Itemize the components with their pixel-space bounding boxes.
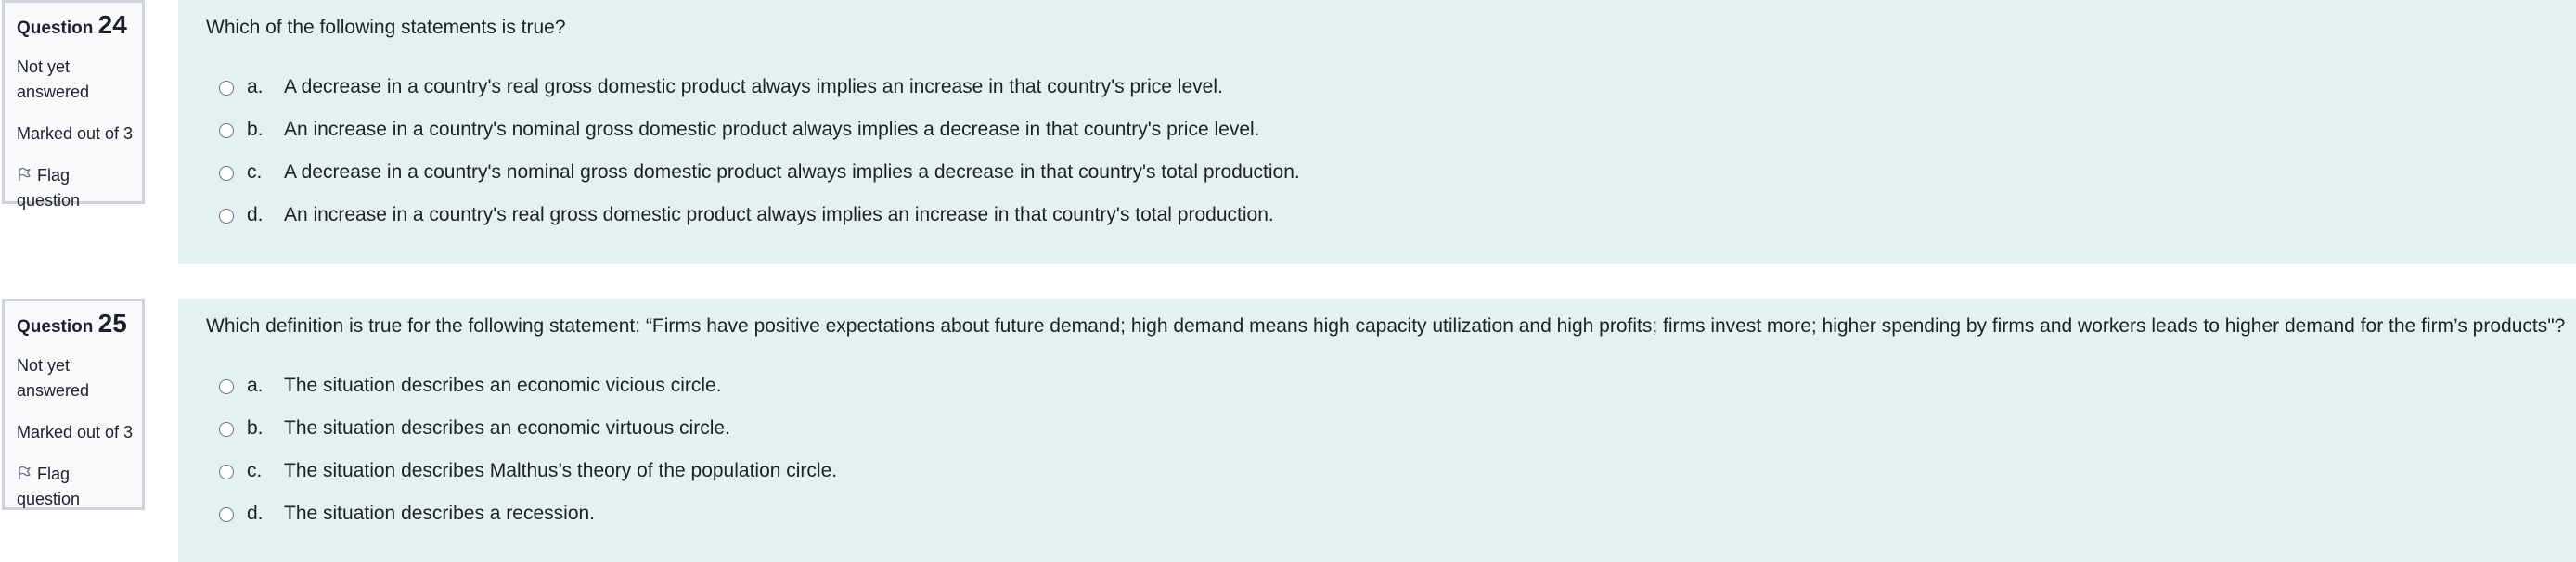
- question-state: Not yet answered: [17, 57, 90, 101]
- answer-option-c[interactable]: c. A decrease in a country's nominal gros…: [219, 160, 1300, 202]
- radio-button[interactable]: [219, 123, 234, 138]
- flag-icon: [19, 167, 31, 181]
- radio-button[interactable]: [219, 81, 234, 96]
- question-grade: Marked out of 3: [17, 423, 134, 441]
- answer-list: a. A decrease in a country's real gross d…: [219, 74, 1300, 245]
- question-info-panel: Question 24 Not yet answered Marked out …: [2, 0, 145, 210]
- question-content: Which definition is true for the followi…: [178, 299, 2576, 562]
- question-label: Question: [17, 317, 94, 337]
- question-number: Question 24: [17, 12, 142, 42]
- answer-letter: d.: [247, 204, 264, 225]
- answer-text: The situation describes Malthus’s theory…: [284, 460, 838, 481]
- question-label: Question: [17, 19, 94, 38]
- radio-button[interactable]: [219, 209, 234, 224]
- answer-letter: c.: [247, 460, 263, 481]
- answer-text: A decrease in a country's real gross dom…: [284, 76, 1223, 97]
- question-info-panel: Question 25 Not yet answered Marked out …: [2, 299, 145, 510]
- question-content: Which of the following statements is tru…: [178, 0, 2576, 264]
- answer-option-b[interactable]: b. An increase in a country's nominal gro…: [219, 117, 1300, 160]
- question-state: Not yet answered: [17, 356, 90, 400]
- answer-text: The situation describes an economic vici…: [284, 375, 722, 396]
- flag-icon: [19, 466, 31, 479]
- answer-list: a. The situation describes an economic vi…: [219, 373, 837, 543]
- answer-text: An increase in a country's nominal gross…: [284, 119, 1260, 140]
- answer-letter: b.: [247, 119, 264, 140]
- answer-option-b[interactable]: b. The situation describes an economic vi…: [219, 415, 837, 458]
- question-number: Question 25: [17, 311, 142, 340]
- radio-button[interactable]: [219, 379, 234, 394]
- answer-text: The situation describes a recession.: [284, 503, 596, 524]
- question-text: Which definition is true for the followi…: [206, 315, 2566, 337]
- answer-text: The situation describes an economic virt…: [284, 417, 730, 439]
- answer-option-a[interactable]: a. The situation describes an economic vi…: [219, 373, 837, 415]
- answer-option-a[interactable]: a. A decrease in a country's real gross d…: [219, 74, 1300, 117]
- flag-question-link[interactable]: Flag question: [17, 163, 128, 213]
- question-grade: Marked out of 3: [17, 124, 134, 143]
- answer-option-d[interactable]: d. An increase in a country's real gross …: [219, 202, 1300, 245]
- answer-text: An increase in a country's real gross do…: [284, 204, 1274, 225]
- answer-text: A decrease in a country's nominal gross …: [284, 161, 1300, 183]
- question-text: Which of the following statements is tru…: [206, 17, 566, 38]
- answer-letter: c.: [247, 161, 263, 183]
- answer-letter: b.: [247, 417, 264, 439]
- radio-button[interactable]: [219, 422, 234, 437]
- radio-button[interactable]: [219, 166, 234, 181]
- question-number-value: 24: [97, 10, 127, 39]
- question-24: Question 24 Not yet answered Marked out …: [0, 0, 2576, 264]
- question-25: Question 25 Not yet answered Marked out …: [0, 299, 2576, 562]
- answer-option-d[interactable]: d. The situation describes a recession.: [219, 501, 837, 543]
- answer-letter: d.: [247, 503, 264, 524]
- answer-letter: a.: [247, 76, 264, 97]
- radio-button[interactable]: [219, 507, 234, 522]
- radio-button[interactable]: [219, 465, 234, 479]
- answer-letter: a.: [247, 375, 264, 396]
- question-number-value: 25: [97, 309, 127, 338]
- answer-option-c[interactable]: c. The situation describes Malthus’s theo…: [219, 458, 837, 501]
- flag-question-link[interactable]: Flag question: [17, 462, 128, 512]
